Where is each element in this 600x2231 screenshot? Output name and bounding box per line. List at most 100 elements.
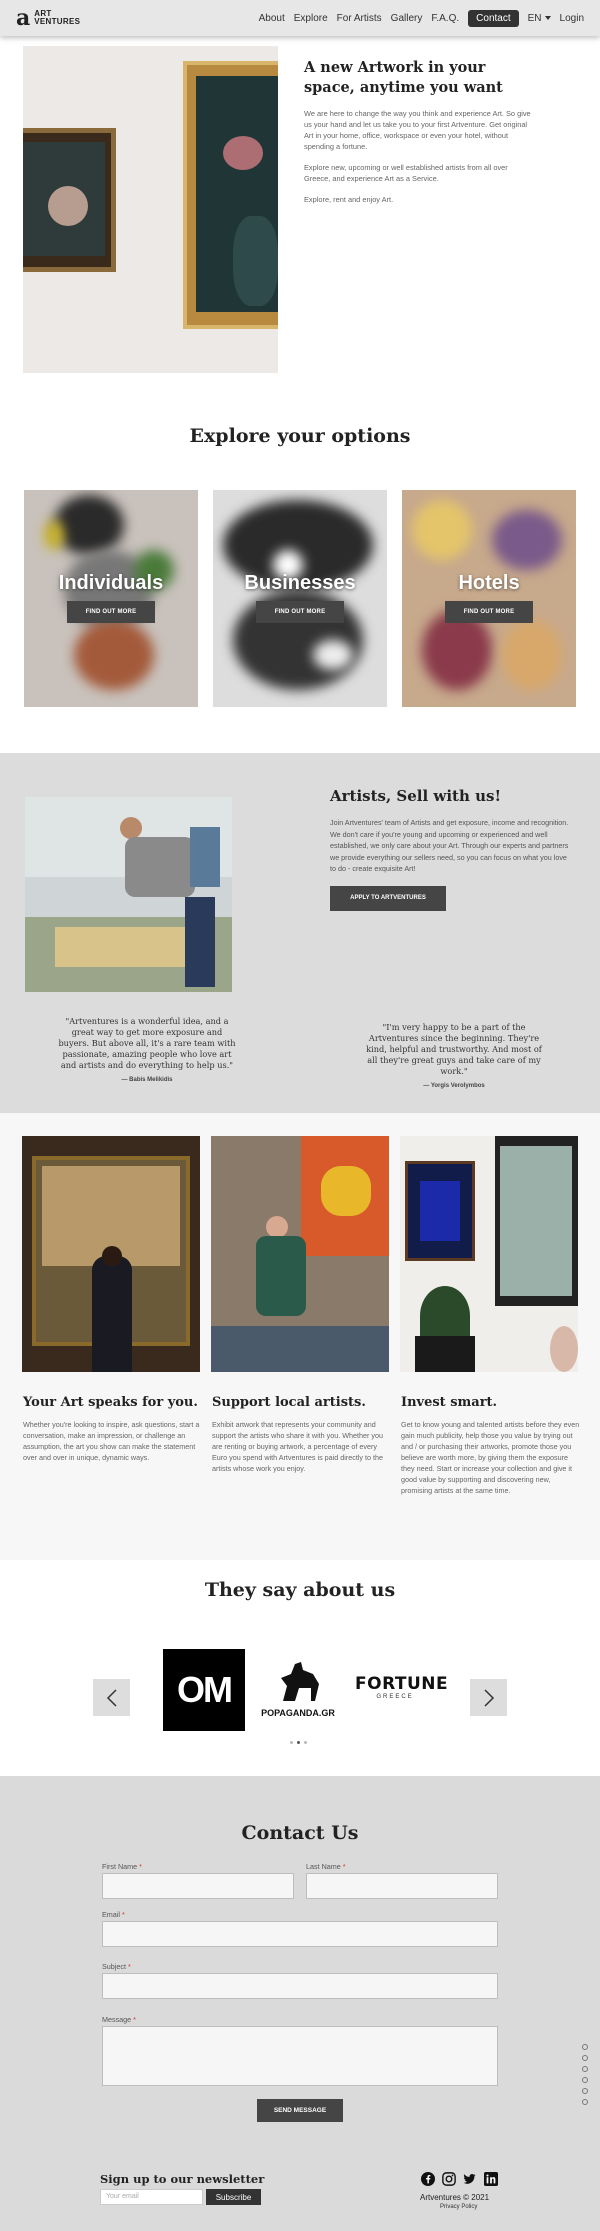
send-message-button[interactable]: SEND MESSAGE: [257, 2099, 343, 2122]
section-nav-dots: [582, 2044, 588, 2105]
quote-text: "I'm very happy to be a part of the Artv…: [366, 1022, 542, 1076]
section-dot[interactable]: [582, 2066, 588, 2072]
om-logo[interactable]: OM: [163, 1649, 245, 1731]
social-links: [420, 2171, 498, 2186]
facebook-icon[interactable]: [420, 2171, 435, 2186]
feature-paragraph: Exhibit artwork that represents your com…: [212, 1420, 383, 1473]
quote-author: — Yorgis Verolymbos: [423, 1083, 485, 1089]
artists-paragraph: Join Artventures' team of Artists and ge…: [330, 818, 569, 873]
instagram-icon[interactable]: [441, 2171, 456, 2186]
first-name-label: First Name *: [102, 1862, 142, 1871]
feature-paragraph: Get to know young and talented artists b…: [401, 1420, 580, 1495]
subject-label: Subject *: [102, 1962, 131, 1971]
artist-photo: [25, 797, 232, 992]
apply-button[interactable]: APPLY TO ARTVENTURES: [330, 885, 446, 911]
nav-login[interactable]: Login: [560, 13, 584, 24]
contact-title: Contact Us: [241, 1822, 359, 1844]
fortune-text: FORTUNE: [355, 1674, 449, 1694]
feature-text-2: Support local artists. Exhibit artwork t…: [212, 1395, 392, 1474]
artists-title: Artists, Sell with us!: [330, 787, 502, 805]
main-menu: About Explore For Artists Gallery F.A.Q.…: [259, 9, 584, 27]
nav-for-artists[interactable]: For Artists: [337, 13, 382, 24]
hero-paragraph-1: We are here to change the way you think …: [304, 109, 531, 151]
find-out-more-button[interactable]: FIND OUT MORE: [256, 601, 344, 623]
hero-title: A new Artwork in your space, anytime you…: [304, 59, 503, 96]
option-label: Individuals: [58, 572, 164, 594]
first-name-input[interactable]: [102, 1873, 294, 1899]
nav-contact-button[interactable]: Contact: [468, 9, 519, 27]
nav-explore[interactable]: Explore: [294, 13, 328, 24]
twitter-icon[interactable]: [462, 2171, 477, 2186]
option-card-hotels[interactable]: Hotels FIND OUT MORE: [402, 490, 576, 707]
popaganda-logo[interactable]: POPAGANDA.GR: [253, 1656, 343, 1726]
feature-image-1: [22, 1136, 200, 1372]
chevron-left-icon: [106, 1688, 117, 1707]
feature-title: Invest smart.: [401, 1395, 498, 1410]
section-dot[interactable]: [582, 2077, 588, 2083]
quote-author: — Babis Melikidis: [121, 1077, 173, 1083]
section-dot[interactable]: [582, 2088, 588, 2094]
option-label: Hotels: [458, 572, 520, 594]
carousel-dot[interactable]: [304, 1741, 307, 1744]
nav-about[interactable]: About: [259, 13, 285, 24]
nav-faq[interactable]: F.A.Q.: [431, 13, 459, 24]
find-out-more-button[interactable]: FIND OUT MORE: [67, 601, 155, 623]
contact-section: [0, 1776, 600, 2231]
feature-text-3: Invest smart. Get to know young and tale…: [401, 1395, 581, 1496]
option-label: Businesses: [244, 572, 356, 594]
last-name-input[interactable]: [306, 1873, 498, 1899]
newsletter-email-input[interactable]: Your email: [100, 2189, 203, 2205]
brand-line-2: VENTURES: [34, 17, 81, 26]
email-input[interactable]: [102, 1921, 498, 1947]
feature-image-3: [400, 1136, 578, 1372]
linkedin-icon[interactable]: [483, 2171, 498, 2186]
copyright-text: Artventures © 2021: [420, 2193, 490, 2202]
feature-paragraph: Whether you're looking to inspire, ask q…: [23, 1420, 200, 1462]
brand-logo[interactable]: a ART VENTURES: [16, 7, 80, 29]
email-label: Email *: [102, 1910, 125, 1919]
hero-text: A new Artwork in your space, anytime you…: [304, 58, 534, 215]
subscribe-button[interactable]: Subscribe: [206, 2189, 261, 2205]
quote-text: "Artventures is a wonderful idea, and a …: [58, 1016, 236, 1070]
find-out-more-button[interactable]: FIND OUT MORE: [445, 601, 533, 623]
privacy-policy-link[interactable]: Privacy Policy: [440, 2204, 477, 2210]
language-select[interactable]: EN: [528, 13, 551, 24]
section-dot[interactable]: [582, 2044, 588, 2050]
hero-image: [23, 46, 278, 373]
section-dot[interactable]: [582, 2055, 588, 2061]
logo-mark-icon: a: [16, 5, 31, 31]
carousel-prev-button[interactable]: [93, 1679, 130, 1716]
navbar: a ART VENTURES About Explore For Artists…: [0, 0, 600, 36]
popaganda-text: POPAGANDA.GR: [261, 1708, 335, 1718]
hero-paragraph-2: Explore new, upcoming or well establishe…: [304, 163, 508, 183]
feature-text-1: Your Art speaks for you. Whether you're …: [23, 1395, 203, 1463]
section-dot[interactable]: [582, 2099, 588, 2105]
feature-title: Support local artists.: [212, 1395, 366, 1410]
carousel-next-button[interactable]: [470, 1679, 507, 1716]
artists-text: Artists, Sell with us! Join Artventures'…: [330, 787, 570, 911]
chevron-right-icon: [483, 1688, 494, 1707]
carousel-dot-active[interactable]: [297, 1741, 300, 1744]
newsletter-title: Sign up to our newsletter: [100, 2172, 265, 2186]
testimonial-quote-1: "Artventures is a wonderful idea, and a …: [58, 1016, 236, 1086]
feature-image-2: [211, 1136, 389, 1372]
chevron-down-icon: [544, 15, 551, 20]
carousel-dot[interactable]: [290, 1741, 293, 1744]
subject-input[interactable]: [102, 1973, 498, 1999]
last-name-label: Last Name *: [306, 1862, 346, 1871]
hero-paragraph-3: Explore, rent and enjoy Art.: [304, 195, 394, 204]
option-card-individuals[interactable]: Individuals FIND OUT MORE: [24, 490, 198, 707]
press-title: They say about us: [204, 1579, 396, 1601]
horse-rider-icon: [281, 1662, 319, 1701]
message-label: Message *: [102, 2015, 136, 2024]
carousel-dots: [290, 1741, 307, 1744]
nav-gallery[interactable]: Gallery: [391, 13, 423, 24]
option-card-businesses[interactable]: Businesses FIND OUT MORE: [213, 490, 387, 707]
fortune-logo[interactable]: FORTUNE GREECE: [355, 1674, 449, 1700]
language-label: EN: [527, 12, 542, 24]
message-textarea[interactable]: [102, 2026, 498, 2086]
feature-title: Your Art speaks for you.: [23, 1395, 198, 1410]
options-title: Explore your options: [189, 425, 411, 447]
fortune-sub: GREECE: [376, 1694, 414, 1700]
testimonial-quote-2: "I'm very happy to be a part of the Artv…: [360, 1022, 548, 1092]
